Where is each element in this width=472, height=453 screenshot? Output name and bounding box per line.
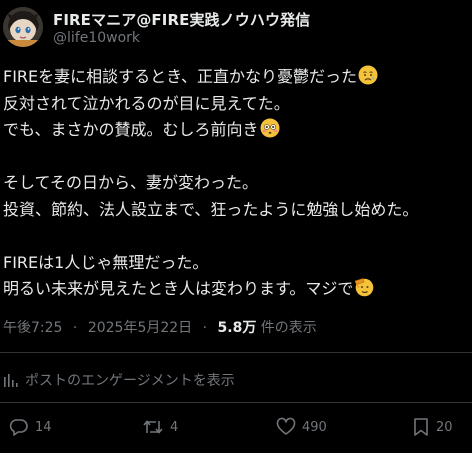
tweet-line — [3, 223, 468, 250]
tweet-meta: 午後7:25 · 2025年5月22日 · 5.8万 件の表示 — [3, 317, 317, 337]
analytics-icon — [4, 374, 18, 387]
post-time[interactable]: 午後7:25 — [3, 320, 62, 336]
tweet-line: 反対されて泣かれるのが目に見えてた。 — [3, 91, 468, 118]
repost-icon — [143, 420, 163, 434]
view-engagements-link[interactable]: ポストのエンゲージメントを表示 — [3, 370, 235, 390]
tweet-line-text: 反対されて泣かれるのが目に見えてた。 — [3, 93, 290, 113]
like-count: 490 — [302, 419, 327, 435]
views-label: 件の表示 — [260, 320, 317, 336]
meta-separator: · — [202, 320, 208, 336]
bookmark-button[interactable]: 20 — [412, 417, 453, 437]
post-date[interactable]: 2025年5月22日 — [88, 320, 192, 336]
view-engagements-label: ポストのエンゲージメントを表示 — [25, 373, 235, 389]
tweet-line: FIREは1人じゃ無理だった。 — [3, 250, 468, 277]
meta-separator: · — [72, 320, 78, 336]
reply-button[interactable]: 14 — [9, 417, 52, 437]
tweet-action-bar: 14 4 490 20 — [0, 417, 472, 445]
repost-button[interactable]: 4 — [142, 417, 178, 437]
tweet-line: 明るい未来が見えたとき人は変わります。マジで — [3, 276, 468, 303]
bookmark-count: 20 — [436, 419, 453, 435]
avatar[interactable] — [3, 7, 43, 47]
tweet-line — [3, 144, 468, 171]
author-display-name[interactable]: FIREマニア@FIRE実践ノウハウ発信 — [53, 9, 310, 30]
divider — [0, 352, 472, 353]
tweet-line: FIREを妻に相談するとき、正直かなり憂鬱だった — [3, 64, 468, 91]
heart-icon — [276, 417, 296, 435]
tweet-text: FIREを妻に相談するとき、正直かなり憂鬱だった 反対されて泣かれるのが目に見え… — [3, 64, 468, 303]
tweet-line-text: FIREは1人じゃ無理だった。 — [3, 252, 209, 272]
tweet-line: でも、まさかの賛成。むしろ前向き — [3, 117, 468, 144]
reply-count: 14 — [35, 419, 52, 435]
tweet-line-text: FIREを妻に相談するとき、正直かなり憂鬱だった — [3, 67, 358, 86]
tweet-line-text: そしてその日から、妻が変わった。 — [3, 173, 259, 192]
like-button[interactable]: 490 — [276, 417, 327, 437]
tweet-line: 投資、節約、法人設立まで、狂ったように勉強し始めた。 — [3, 197, 468, 224]
flushed-face-emoji-icon — [260, 118, 280, 138]
reply-icon — [9, 419, 28, 436]
saluting-face-emoji-icon — [354, 278, 374, 297]
divider — [0, 402, 472, 403]
tweet-line-text: 明るい未来が見えたとき人は変わります。マジで — [3, 279, 354, 298]
tweet-header: FIREマニア@FIRE実践ノウハウ発信 @life10work — [0, 0, 472, 58]
author-handle[interactable]: @life10work — [53, 30, 140, 46]
tweet-line: そしてその日から、妻が変わった。 — [3, 170, 468, 197]
anime-character-avatar-icon — [3, 7, 43, 47]
bookmark-icon — [414, 418, 428, 436]
repost-count: 4 — [170, 419, 179, 435]
sad-relieved-face-emoji-icon — [358, 65, 378, 85]
tweet-line-text: でも、まさかの賛成。むしろ前向き — [3, 120, 259, 139]
views-count: 5.8万 — [217, 320, 257, 336]
tweet-line-text: 投資、節約、法人設立まで、狂ったように勉強し始めた。 — [3, 199, 419, 219]
